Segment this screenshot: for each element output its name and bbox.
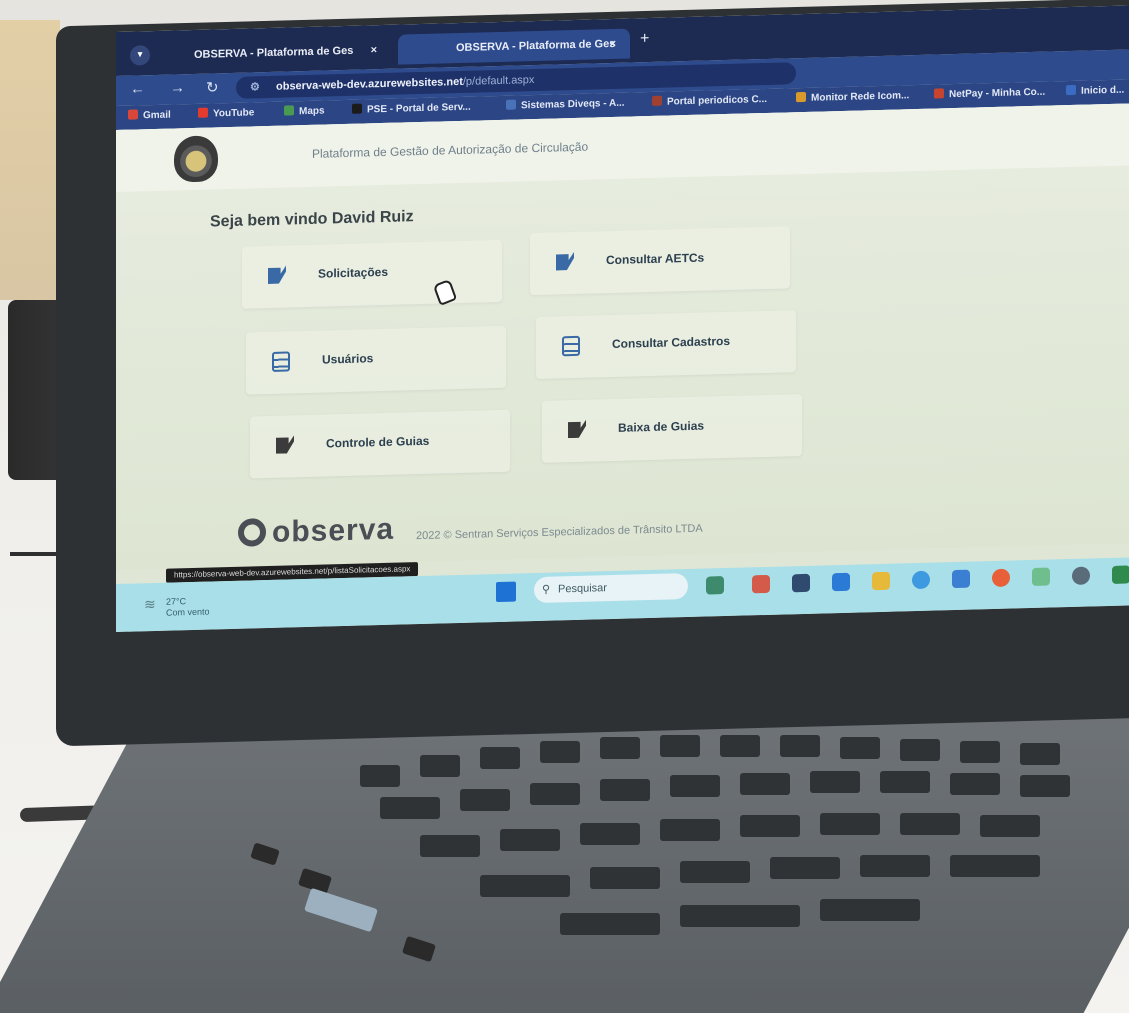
- site-info-icon[interactable]: ⚙: [250, 76, 260, 98]
- keyboard: [360, 735, 1129, 935]
- bookmark-maps[interactable]: Maps: [284, 105, 325, 118]
- portal-icon: [652, 95, 662, 106]
- close-tab-icon[interactable]: ×: [371, 35, 377, 65]
- app-title: Plataforma de Gestão de Autorização de C…: [312, 139, 589, 161]
- weather-widget[interactable]: ≋ 27°C Com vento: [144, 596, 210, 619]
- bookmark-label: PSE - Portal de Serv...: [367, 101, 471, 116]
- menu-card-label: Usuários: [322, 351, 374, 367]
- tab-label: OBSERVA - Plataforma de Ges: [456, 37, 616, 55]
- menu-card-usuarios[interactable]: Usuários: [246, 325, 506, 395]
- welcome-message: Seja bem vindo David Ruiz: [210, 208, 414, 231]
- web-page: Plataforma de Gestão de Autorização de C…: [116, 103, 1129, 570]
- menu-card-solicitacoes[interactable]: Solicitações: [242, 239, 502, 309]
- bookmark-label: Inicio d...: [1081, 84, 1125, 97]
- youtube-icon: [198, 107, 208, 118]
- menu-card-label: Controle de Guias: [326, 433, 430, 451]
- netpay-icon: [934, 88, 944, 99]
- excel-icon[interactable]: [1112, 565, 1129, 584]
- browser-tab-1[interactable]: OBSERVA - Plataforma de Ges ×: [136, 35, 391, 72]
- menu-card-consultar-aetcs[interactable]: Consultar AETCs: [530, 226, 790, 296]
- store-app-icon[interactable]: [752, 574, 770, 594]
- tab-label: OBSERVA - Plataforma de Ges: [194, 44, 354, 61]
- chrome-browser-icon[interactable]: [912, 570, 930, 590]
- edit-icon: [276, 435, 294, 455]
- monitor-icon: [796, 91, 806, 103]
- settings-icon[interactable]: [1072, 566, 1090, 585]
- url-path: /p/default.aspx: [462, 74, 535, 88]
- pse-icon: [352, 103, 362, 114]
- new-tab-button[interactable]: +: [640, 30, 649, 48]
- forward-arrow-icon[interactable]: →: [170, 79, 185, 96]
- menu-card-label: Baixa de Guias: [618, 418, 705, 435]
- bookmark-netpay[interactable]: NetPay - Minha Co...: [934, 86, 1045, 101]
- municipal-crest-logo: [174, 135, 218, 183]
- gmail-icon: [128, 109, 138, 120]
- close-tab-icon[interactable]: ×: [610, 29, 616, 59]
- bookmark-monitor[interactable]: Monitor Rede Icom...: [796, 89, 909, 104]
- background-wall: [0, 20, 60, 300]
- bookmark-label: NetPay - Minha Co...: [949, 86, 1046, 101]
- observa-ring-icon: [238, 518, 266, 547]
- search-icon: ⚲: [542, 583, 551, 596]
- wind-icon: ≋: [144, 595, 156, 613]
- photo-scene: ▾ OBSERVA - Plataforma de Ges × OBSERVA …: [0, 0, 1129, 1013]
- bookmark-pse[interactable]: PSE - Portal de Serv...: [352, 101, 471, 116]
- bookmark-label: Gmail: [143, 109, 171, 122]
- file-explorer-icon[interactable]: [872, 571, 890, 591]
- reload-icon[interactable]: ↻: [206, 78, 219, 96]
- widget-app-icon[interactable]: [706, 576, 724, 595]
- browser-tab-2-active[interactable]: OBSERVA - Plataforma de Ges ×: [398, 28, 630, 65]
- laptop-screen: ▾ OBSERVA - Plataforma de Ges × OBSERVA …: [116, 5, 1129, 633]
- bookmark-youtube[interactable]: YouTube: [198, 106, 254, 119]
- task-view-icon[interactable]: [792, 573, 810, 593]
- snipping-tool-icon[interactable]: [1032, 567, 1050, 587]
- inicio-icon: [1066, 84, 1076, 96]
- search-placeholder: Pesquisar: [558, 582, 607, 596]
- menu-card-controle-de-guias[interactable]: Controle de Guias: [250, 409, 510, 479]
- firefox-browser-icon[interactable]: [992, 568, 1010, 588]
- edit-icon: [556, 252, 574, 272]
- menu-card-label: Consultar Cadastros: [612, 333, 731, 352]
- observa-logo: observa: [238, 513, 394, 551]
- document-icon: [272, 351, 290, 372]
- menu-card-label: Solicitações: [318, 264, 389, 281]
- bookmark-portal[interactable]: Portal periodicos C...: [652, 93, 767, 108]
- edit-icon: [568, 420, 586, 440]
- app-icon[interactable]: [952, 569, 970, 589]
- maps-icon: [284, 105, 294, 116]
- menu-card-baixa-de-guias[interactable]: Baixa de Guias: [542, 394, 802, 463]
- bookmark-gmail[interactable]: Gmail: [128, 109, 171, 122]
- taskbar-search-box[interactable]: ⚲ Pesquisar: [534, 573, 688, 604]
- bookmark-inicio[interactable]: Inicio d...: [1066, 84, 1124, 98]
- edit-icon: [268, 266, 286, 286]
- sistemas-icon: [506, 99, 516, 110]
- weather-text: Com vento: [166, 606, 210, 618]
- bookmark-label: Portal periodicos C...: [667, 93, 768, 108]
- copyright-text: 2022 © Sentran Serviços Especializados d…: [416, 522, 703, 543]
- bookmark-sistemas[interactable]: Sistemas Diveqs - A...: [506, 97, 625, 112]
- bookmark-label: YouTube: [213, 107, 255, 120]
- document-icon: [562, 335, 580, 357]
- back-arrow-icon[interactable]: ←: [130, 80, 145, 97]
- url-host: observa-web-dev.azurewebsites.net: [276, 75, 463, 93]
- bookmark-label: Sistemas Diveqs - A...: [521, 97, 625, 112]
- logo-text: observa: [272, 512, 395, 549]
- bookmark-label: Monitor Rede Icom...: [811, 90, 910, 104]
- menu-card-consultar-cadastros[interactable]: Consultar Cadastros: [536, 310, 796, 380]
- bookmark-label: Maps: [299, 105, 325, 118]
- menu-card-label: Consultar AETCs: [606, 250, 705, 268]
- windows-start-icon[interactable]: [496, 581, 516, 603]
- edge-browser-icon[interactable]: [832, 572, 850, 592]
